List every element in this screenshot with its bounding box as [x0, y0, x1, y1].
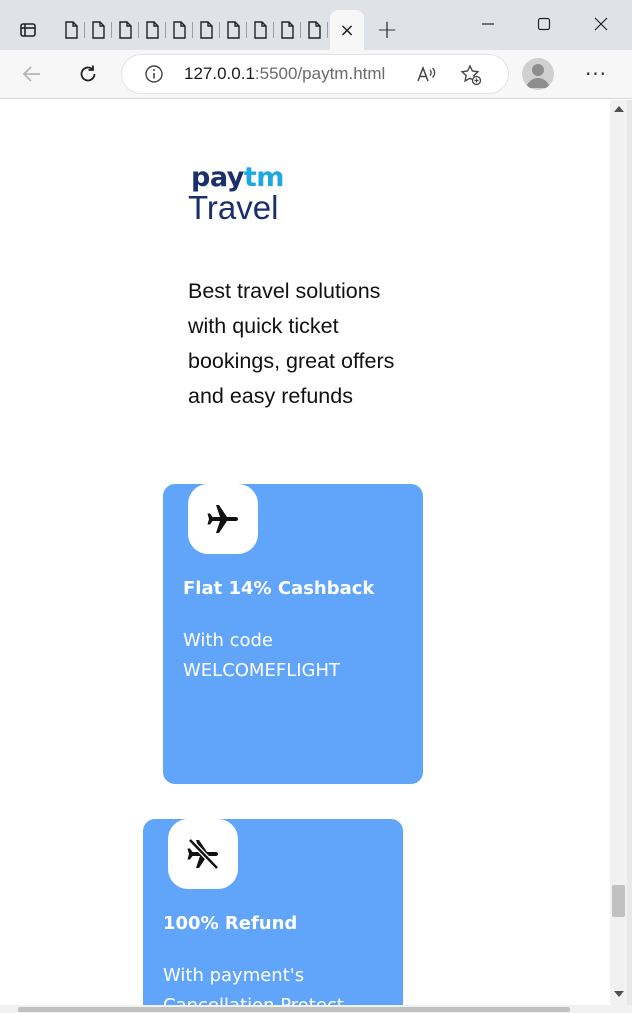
maximize-button[interactable] — [516, 6, 572, 42]
back-button[interactable] — [16, 58, 48, 90]
info-icon[interactable] — [144, 64, 164, 84]
page-icon — [119, 21, 132, 39]
read-aloud-icon[interactable] — [415, 64, 437, 86]
horizontal-scroll-thumb[interactable] — [18, 1007, 570, 1012]
add-favorite-icon[interactable] — [460, 64, 482, 86]
new-tab-button[interactable]: + — [372, 14, 402, 46]
url-host: 127.0.0.1 — [184, 64, 255, 83]
close-icon: × — [339, 19, 355, 41]
url-path: :5500/paytm.html — [254, 64, 386, 83]
page-icon — [173, 21, 186, 39]
close-icon — [594, 17, 608, 31]
tagline: Best travel solutions with quick ticket … — [188, 279, 395, 408]
card-icon-box — [168, 819, 238, 889]
browser-tab[interactable] — [112, 14, 139, 46]
maximize-icon — [537, 17, 551, 31]
card-description: With payment's Cancellation Protect — [163, 965, 344, 1005]
paytm-travel-logo[interactable]: paytm Travel — [188, 162, 288, 228]
vertical-scroll-thumb[interactable] — [612, 885, 625, 917]
offer-card-refund[interactable]: 100% Refund With payment's Cancellation … — [143, 819, 403, 1005]
minimize-icon — [482, 23, 494, 25]
vertical-scrollbar[interactable] — [610, 100, 627, 1005]
browser-tab[interactable] — [166, 14, 193, 46]
minimize-button[interactable] — [460, 6, 516, 42]
browser-tab[interactable] — [247, 14, 274, 46]
settings-menu-button[interactable]: ··· — [583, 62, 609, 86]
scroll-up-icon[interactable] — [614, 106, 624, 112]
profile-avatar[interactable] — [522, 58, 554, 90]
page-viewport: paytm Travel Best travel solutions with … — [0, 100, 610, 1005]
url-text[interactable]: 127.0.0.1:5500/paytm.html — [184, 64, 385, 84]
person-icon — [526, 64, 550, 88]
browser-tab[interactable] — [274, 14, 301, 46]
browser-tab[interactable] — [220, 14, 247, 46]
page-icon — [92, 21, 105, 39]
airplane-icon — [207, 505, 238, 533]
scroll-down-icon[interactable] — [614, 991, 624, 997]
card-title: 100% Refund — [163, 913, 298, 934]
address-bar[interactable]: 127.0.0.1:5500/paytm.html — [122, 55, 508, 93]
arrow-left-icon — [22, 66, 40, 82]
offer-card-cashback[interactable]: Flat 14% Cashback With code WELCOMEFLIGH… — [163, 484, 423, 784]
browser-tab[interactable] — [193, 14, 220, 46]
page-icon — [308, 21, 321, 39]
close-window-button[interactable] — [573, 6, 629, 42]
browser-tab[interactable] — [58, 14, 85, 46]
page-icon — [65, 21, 78, 39]
airplane-off-icon — [187, 838, 219, 870]
card-description: With code WELCOMEFLIGHT — [183, 630, 341, 681]
page-icon — [227, 21, 240, 39]
card-title: Flat 14% Cashback — [183, 578, 375, 599]
page-icon — [146, 21, 159, 39]
tab-actions-icon — [20, 23, 36, 37]
browser-toolbar: 127.0.0.1:5500/paytm.html ··· — [0, 50, 632, 99]
card-icon-box — [188, 484, 258, 554]
browser-tab[interactable] — [85, 14, 112, 46]
page-icon — [281, 21, 294, 39]
browser-tab[interactable] — [139, 14, 166, 46]
browser-tab[interactable] — [301, 14, 328, 46]
logo-product-text: Travel — [188, 189, 279, 226]
window-edge — [627, 100, 632, 1005]
page-icon — [254, 21, 267, 39]
active-tab-close-button[interactable]: × — [330, 10, 364, 50]
tab-actions-button[interactable] — [10, 14, 46, 46]
page-icon — [200, 21, 213, 39]
refresh-button[interactable] — [72, 58, 104, 90]
browser-titlebar: × + — [0, 0, 632, 50]
refresh-icon — [80, 65, 96, 82]
horizontal-scrollbar[interactable] — [0, 1005, 632, 1013]
